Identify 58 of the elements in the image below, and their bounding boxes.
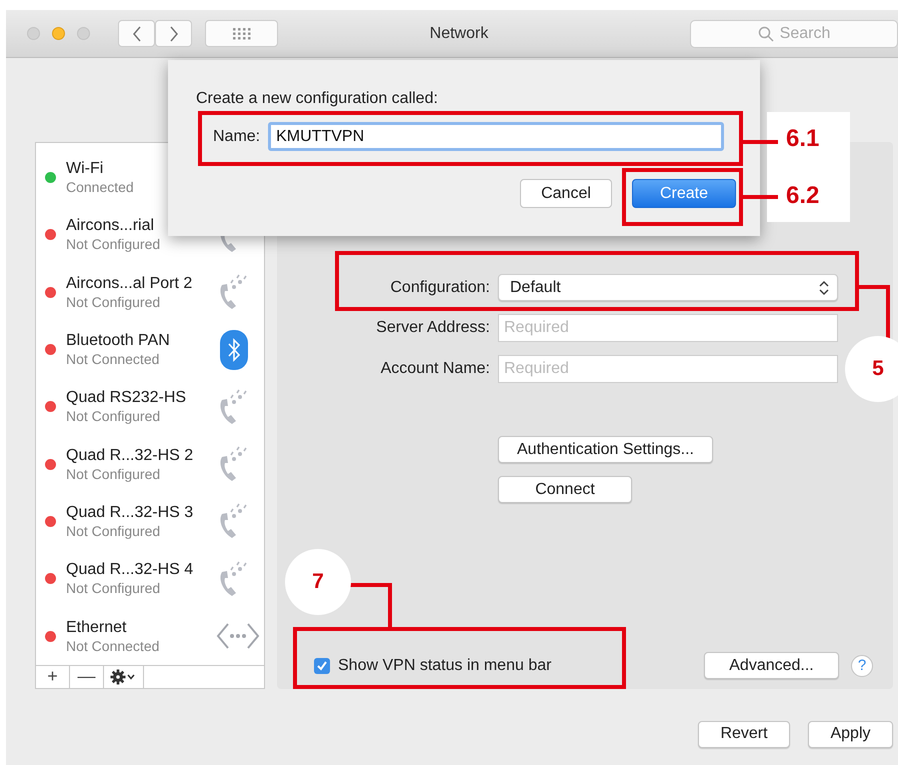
field-label: Server Address: bbox=[375, 319, 490, 337]
ethernet-icon bbox=[216, 621, 260, 652]
service-item[interactable]: Quad R...32-HS 3 Not Configured bbox=[36, 492, 264, 550]
bluetooth-icon bbox=[220, 330, 248, 370]
stepper-icon bbox=[819, 280, 829, 296]
service-item[interactable]: Quad R...32-HS 2 Not Configured bbox=[36, 435, 264, 493]
show-all-button[interactable] bbox=[205, 20, 278, 47]
revert-button[interactable]: Revert bbox=[698, 720, 790, 748]
service-name: Quad R...32-HS 4 bbox=[66, 561, 194, 580]
service-status: Not Configured bbox=[66, 408, 162, 424]
service-item[interactable]: Quad R...32-HS 4 Not Configured bbox=[36, 550, 264, 608]
service-status: Not Connected bbox=[66, 638, 160, 654]
service-name: Bluetooth PAN bbox=[66, 332, 171, 350]
field-label: Account Name: bbox=[380, 360, 490, 378]
authentication-button[interactable]: Authentication Settings... bbox=[498, 436, 713, 463]
status-checkbox[interactable]: Show VPN status in menu bar bbox=[314, 656, 552, 674]
leader-line bbox=[858, 283, 892, 339]
service-status: Connected bbox=[66, 179, 135, 196]
connect-button[interactable]: Connect bbox=[498, 476, 632, 503]
service-name: Aircons...al Port 2 bbox=[66, 274, 194, 293]
configuration-select[interactable]: Default bbox=[498, 274, 838, 301]
service-name: Quad R...32-HS 3 bbox=[66, 504, 194, 522]
leader-line bbox=[350, 583, 394, 628]
service-status: Not Configured bbox=[66, 466, 162, 482]
service-item[interactable]: Aircons...al Port 2 Not Configured bbox=[36, 264, 264, 321]
service-name: Quad RS232-HS bbox=[66, 389, 188, 408]
service-status: Not Configured bbox=[66, 294, 162, 310]
dialog-prompt: Create a new configuration called: bbox=[196, 90, 439, 108]
service-name: Aircons...rial bbox=[66, 217, 156, 236]
forward-button[interactable] bbox=[155, 20, 192, 47]
search-icon bbox=[758, 26, 774, 42]
window-title: Network bbox=[428, 24, 490, 42]
service-status: Not Configured bbox=[66, 236, 162, 252]
back-button[interactable] bbox=[118, 20, 155, 47]
checkbox[interactable] bbox=[314, 658, 330, 674]
service-item[interactable]: Ethernet Not Connected bbox=[36, 607, 264, 665]
chevron-left-icon bbox=[132, 26, 142, 42]
service-name: Wi-Fi bbox=[66, 160, 104, 178]
field-label: Configuration: bbox=[389, 278, 490, 296]
cancel-button[interactable]: Cancel bbox=[520, 179, 612, 208]
chevron-right-icon bbox=[168, 26, 178, 42]
service-item[interactable]: Wi-Fi Connected bbox=[36, 149, 264, 206]
gear-icon bbox=[110, 668, 138, 685]
input-field[interactable]: Required bbox=[498, 355, 838, 383]
minimize-button[interactable] bbox=[52, 27, 65, 40]
service-status: Not Configured bbox=[66, 522, 162, 539]
grid-icon bbox=[232, 28, 250, 40]
service-item[interactable]: Quad RS232-HS Not Configured bbox=[36, 378, 264, 436]
name-label: Name: bbox=[213, 128, 260, 146]
input-field[interactable]: Required bbox=[498, 314, 838, 342]
name-field[interactable]: KMUTTVPN bbox=[268, 122, 724, 151]
service-status: Not Connected bbox=[66, 351, 160, 368]
apply-button[interactable]: Apply bbox=[808, 720, 893, 748]
service-item[interactable]: Bluetooth PAN Not Connected bbox=[36, 320, 264, 378]
service-name: Quad R...32-HS 2 bbox=[66, 446, 194, 465]
advanced-button[interactable]: Advanced... bbox=[704, 652, 839, 679]
service-name: Ethernet bbox=[66, 618, 128, 637]
service-status: Not Configured bbox=[66, 580, 162, 596]
